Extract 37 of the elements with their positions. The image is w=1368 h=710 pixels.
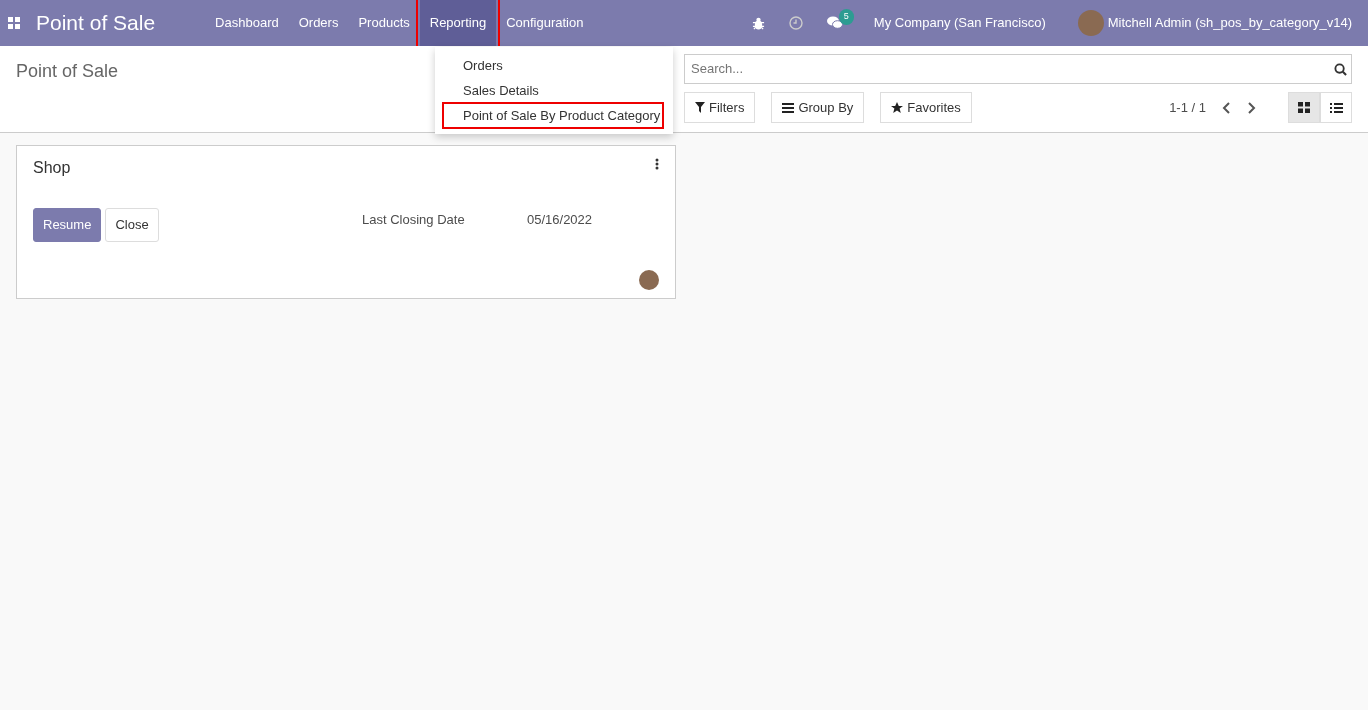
menu-item[interactable]: Dashboard (205, 0, 289, 46)
bug-icon[interactable] (751, 16, 765, 30)
next-icon[interactable] (1247, 101, 1256, 114)
field-value: 05/16/2022 (527, 211, 593, 229)
kanban-view-icon (1298, 102, 1310, 113)
list-lines-icon (782, 102, 795, 113)
star-icon (891, 101, 904, 114)
dropdown-item[interactable]: Orders (443, 53, 663, 78)
search-option-button[interactable]: Filters (684, 92, 756, 123)
card-title: Shop (33, 158, 71, 178)
user-avatar (639, 270, 659, 290)
menu-item[interactable]: Reporting (419, 0, 497, 46)
user-menu[interactable]: Mitchell Admin (sh_pos_by_category_v14) (1107, 13, 1352, 33)
dropdown-item[interactable]: Point of Sale By Product Category (443, 103, 663, 128)
dropdown-item[interactable]: Sales Details (443, 78, 663, 103)
app-title: Point of Sale (36, 10, 156, 37)
previous-icon[interactable] (1222, 101, 1231, 114)
kanban-view-button[interactable] (1288, 92, 1320, 123)
pager-value: 1-1 / 1 (1169, 98, 1206, 117)
field-label: Last Closing Date (362, 211, 466, 229)
search-icon[interactable] (1334, 62, 1347, 76)
filter-icon (695, 102, 705, 113)
more-options-icon[interactable] (655, 158, 659, 170)
message-count-badge: 5 (838, 9, 854, 25)
breadcrumb: Point of Sale (16, 60, 119, 83)
search-bar[interactable]: Search... (684, 54, 1352, 84)
resume-button[interactable]: Resume (33, 208, 102, 242)
menu-item[interactable]: Configuration (496, 0, 594, 46)
menu-item[interactable]: Products (348, 0, 420, 46)
apps-menu-icon[interactable] (8, 17, 20, 29)
search-option-button[interactable]: Group By (771, 92, 865, 123)
list-view-button[interactable] (1320, 92, 1352, 123)
search-option-button[interactable]: Favorites (880, 92, 972, 123)
close-button[interactable]: Close (105, 208, 159, 242)
company-switcher[interactable]: My Company (San Francisco) (873, 13, 1046, 33)
menu-item[interactable]: Orders (288, 0, 349, 46)
list-view-icon (1329, 102, 1343, 113)
